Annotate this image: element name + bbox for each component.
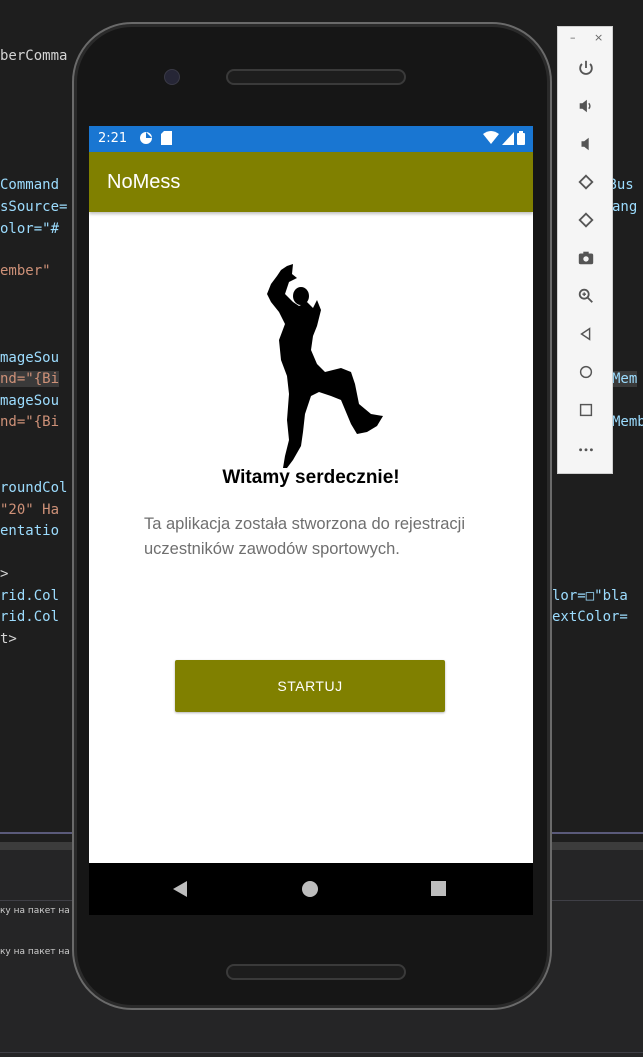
data-saver-icon bbox=[140, 132, 152, 144]
front-camera bbox=[164, 69, 180, 85]
code-line: t> bbox=[0, 631, 17, 647]
overview-icon bbox=[579, 403, 593, 417]
athlete-silhouette-image bbox=[267, 264, 383, 468]
volume-down-icon bbox=[581, 137, 589, 151]
more-icon bbox=[579, 448, 593, 452]
code-line: rid.Col bbox=[0, 588, 60, 604]
code-line: lor=□"bla bbox=[552, 588, 628, 604]
code-line: nd="{Bi bbox=[0, 414, 60, 430]
bottom-speaker bbox=[226, 964, 406, 980]
code-line: rid.Col bbox=[0, 609, 60, 625]
zoom-button[interactable] bbox=[558, 281, 614, 311]
code-line: > bbox=[0, 566, 9, 582]
code-line: entatio bbox=[0, 523, 60, 539]
app-description: Ta aplikacja została stworzona do rejest… bbox=[144, 515, 465, 558]
recent-apps-icon[interactable] bbox=[431, 881, 446, 896]
home-icon bbox=[579, 365, 593, 379]
rotate-right-button[interactable] bbox=[558, 205, 614, 235]
code-line: olor="# bbox=[0, 221, 60, 237]
code-line: Mem bbox=[612, 371, 638, 387]
code-line: sSource= bbox=[0, 199, 68, 215]
phone-screen: 2:21 NoMess Witamy serdecznie! Ta aplika… bbox=[89, 126, 533, 915]
code-line: "20" Ha bbox=[0, 502, 60, 518]
back-icon[interactable] bbox=[173, 881, 189, 897]
home-icon[interactable] bbox=[302, 881, 318, 897]
code-line: Memb bbox=[612, 414, 643, 430]
rotate-left-icon bbox=[578, 174, 594, 190]
battery-icon bbox=[517, 131, 525, 145]
output-message: ку на пакет на bbox=[0, 906, 70, 916]
overview-button[interactable] bbox=[558, 395, 614, 425]
code-line: extColor= bbox=[552, 609, 628, 625]
rotate-right-icon bbox=[578, 212, 594, 228]
code-line: ang bbox=[612, 199, 638, 215]
output-message: ку на пакет на bbox=[0, 947, 70, 957]
camera-icon bbox=[578, 251, 594, 265]
close-button[interactable]: × bbox=[594, 31, 603, 44]
back-icon bbox=[580, 327, 591, 341]
code-line: nd="{Bi bbox=[0, 371, 60, 387]
zoom-icon bbox=[578, 288, 593, 303]
code-line: Command bbox=[0, 177, 60, 193]
status-bar: 2:21 bbox=[89, 126, 533, 152]
screenshot-button[interactable] bbox=[558, 243, 614, 273]
app-title: NoMess bbox=[107, 171, 181, 193]
volume-down-button[interactable] bbox=[558, 129, 614, 159]
code-line: ember" bbox=[0, 263, 51, 279]
code-line: mageSou bbox=[0, 350, 60, 366]
emulator-toolbar: – × bbox=[557, 26, 613, 474]
app-bar: NoMess bbox=[89, 152, 533, 212]
rotate-left-button[interactable] bbox=[558, 167, 614, 197]
navigation-bar bbox=[89, 863, 533, 915]
code-line: roundCol bbox=[0, 480, 68, 496]
power-icon bbox=[579, 60, 593, 75]
signal-icon bbox=[502, 132, 514, 145]
start-button[interactable]: STARTUJ bbox=[175, 660, 445, 712]
divider bbox=[0, 1052, 643, 1053]
code-line: mageSou bbox=[0, 393, 60, 409]
code-line: berComma bbox=[0, 48, 68, 64]
wifi-icon bbox=[483, 131, 499, 144]
earpiece-speaker bbox=[226, 69, 406, 85]
sd-card-icon bbox=[161, 131, 172, 145]
back-button[interactable] bbox=[558, 319, 614, 349]
status-time: 2:21 bbox=[98, 131, 128, 146]
volume-up-button[interactable] bbox=[558, 91, 614, 121]
welcome-heading: Witamy serdecznie! bbox=[222, 467, 400, 488]
more-button[interactable] bbox=[558, 433, 614, 463]
power-button[interactable] bbox=[558, 53, 614, 83]
home-button[interactable] bbox=[558, 357, 614, 387]
minimize-button[interactable]: – bbox=[570, 31, 576, 44]
volume-up-icon bbox=[579, 99, 591, 113]
